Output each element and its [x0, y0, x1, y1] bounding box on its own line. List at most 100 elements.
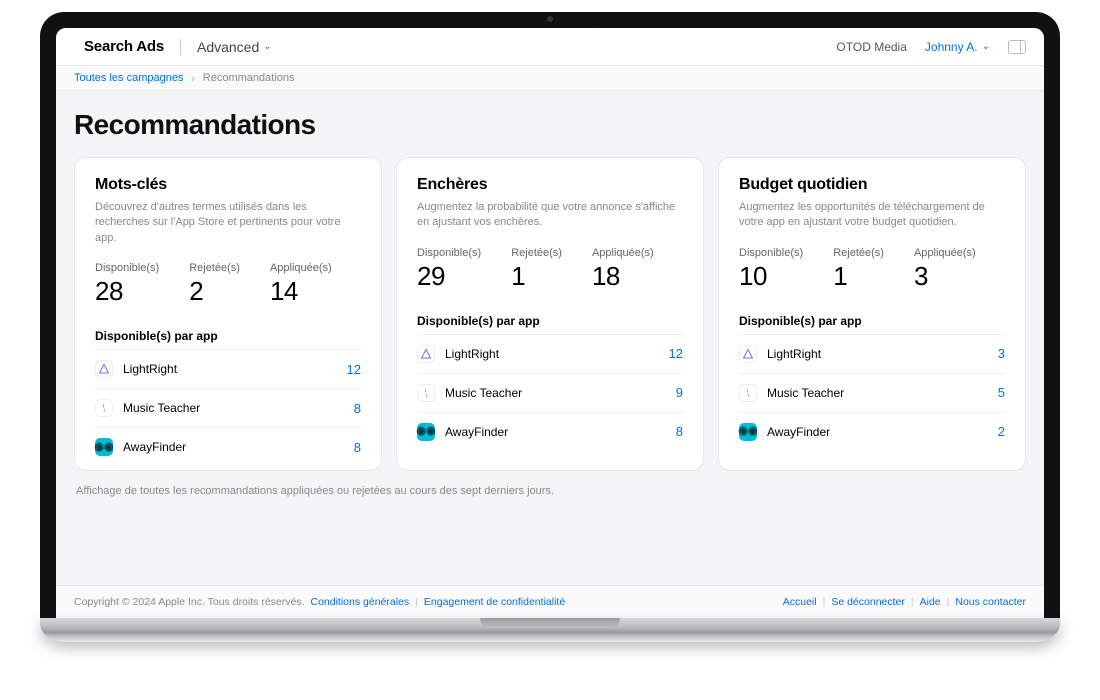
app-name: Music Teacher: [445, 386, 522, 400]
app-count: 5: [998, 385, 1005, 400]
app-row[interactable]: ◉◉ AwayFinder 2: [739, 412, 1005, 451]
app-row[interactable]: ◉◉ AwayFinder 8: [417, 412, 683, 451]
stat-value: 14: [270, 276, 332, 307]
stat-value: 29: [417, 261, 481, 292]
stat-label: Disponible(s): [739, 247, 803, 259]
lightright-app-icon: [417, 345, 435, 363]
app-name: AwayFinder: [445, 425, 508, 439]
chevron-down-icon: ⌄: [263, 41, 271, 52]
lightright-app-icon: [95, 360, 113, 378]
app-count: 2: [998, 424, 1005, 439]
stat-label: Rejetée(s): [833, 247, 884, 259]
stat-available: Disponible(s) 10: [739, 247, 803, 292]
mode-switcher[interactable]: Advanced ⌄: [197, 39, 272, 55]
stat-rejected: Rejetée(s) 1: [833, 247, 884, 292]
stat-rejected: Rejetée(s) 1: [511, 247, 562, 292]
stat-value: 18: [592, 261, 654, 292]
per-app-heading: Disponible(s) par app: [739, 314, 1005, 328]
app-count: 12: [347, 362, 361, 377]
card-description: Découvrez d'autres termes utilisés dans …: [95, 200, 361, 246]
breadcrumb-root[interactable]: Toutes les campagnes: [74, 72, 183, 84]
app-screen: Search Ads Advanced ⌄ OTOD Media Johnny …: [56, 28, 1044, 618]
app-count: 8: [354, 440, 361, 455]
app-row[interactable]: LightRight 12: [417, 334, 683, 373]
content-area: Recommandations Mots-clés Découvrez d'au…: [56, 91, 1044, 585]
stat-label: Rejetée(s): [511, 247, 562, 259]
brand-divider: [180, 39, 181, 55]
panel-toggle-icon[interactable]: [1008, 40, 1026, 54]
stat-label: Rejetée(s): [189, 262, 240, 274]
stat-value: 2: [189, 276, 240, 307]
app-name: AwayFinder: [767, 425, 830, 439]
app-name: LightRight: [123, 362, 177, 376]
footer-help-link[interactable]: Aide: [920, 596, 941, 608]
footer-terms-link[interactable]: Conditions générales: [311, 596, 410, 608]
music-teacher-app-icon: [417, 384, 435, 402]
top-bar: Search Ads Advanced ⌄ OTOD Media Johnny …: [56, 28, 1044, 66]
card-stats: Disponible(s) 29 Rejetée(s) 1 Appliquée(…: [417, 247, 683, 292]
card-bids: Enchères Augmentez la probabilité que vo…: [396, 157, 704, 471]
card-keywords: Mots-clés Découvrez d'autres termes util…: [74, 157, 382, 471]
stat-label: Appliquée(s): [270, 262, 332, 274]
page-title: Recommandations: [74, 109, 1026, 141]
stat-value: 1: [511, 261, 562, 292]
stat-available: Disponible(s) 28: [95, 262, 159, 307]
app-count: 8: [354, 401, 361, 416]
camera-notch: [500, 12, 600, 26]
app-name: Music Teacher: [767, 386, 844, 400]
app-name: Music Teacher: [123, 401, 200, 415]
app-name: LightRight: [445, 347, 499, 361]
app-row[interactable]: Music Teacher 5: [739, 373, 1005, 412]
app-row[interactable]: LightRight 12: [95, 349, 361, 388]
app-row[interactable]: Music Teacher 9: [417, 373, 683, 412]
app-count: 8: [676, 424, 683, 439]
music-teacher-app-icon: [739, 384, 757, 402]
product-name: Search Ads: [84, 38, 164, 55]
footer-signout-link[interactable]: Se déconnecter: [831, 596, 905, 608]
breadcrumb-separator-icon: ›: [191, 73, 194, 84]
user-name: Johnny A.: [925, 40, 978, 54]
card-stats: Disponible(s) 28 Rejetée(s) 2 Appliquée(…: [95, 262, 361, 307]
footer-privacy-link[interactable]: Engagement de confidentialité: [424, 596, 565, 608]
page-note: Affichage de toutes les recommandations …: [76, 485, 1024, 497]
app-row[interactable]: LightRight 3: [739, 334, 1005, 373]
user-menu[interactable]: Johnny A. ⌄: [925, 40, 990, 54]
org-name: OTOD Media: [836, 40, 906, 54]
chevron-down-icon: ⌄: [982, 41, 990, 52]
card-title: Mots-clés: [95, 176, 361, 194]
stat-label: Disponible(s): [95, 262, 159, 274]
cards-row: Mots-clés Découvrez d'autres termes util…: [74, 157, 1026, 471]
footer-home-link[interactable]: Accueil: [783, 596, 817, 608]
stat-value: 10: [739, 261, 803, 292]
app-count: 12: [669, 346, 683, 361]
mode-label: Advanced: [197, 39, 259, 55]
footer-contact-link[interactable]: Nous contacter: [955, 596, 1026, 608]
brand-block: Search Ads Advanced ⌄: [74, 38, 272, 55]
awayfinder-app-icon: ◉◉: [739, 423, 757, 441]
stat-label: Appliquée(s): [914, 247, 976, 259]
footer: Copyright © 2024 Apple Inc. Tous droits …: [56, 585, 1044, 618]
card-stats: Disponible(s) 10 Rejetée(s) 1 Appliquée(…: [739, 247, 1005, 292]
card-title: Budget quotidien: [739, 176, 1005, 194]
stat-applied: Appliquée(s) 18: [592, 247, 654, 292]
app-count: 9: [676, 385, 683, 400]
card-description: Augmentez la probabilité que votre annon…: [417, 200, 683, 231]
card-description: Augmentez les opportunités de télécharge…: [739, 200, 1005, 231]
card-title: Enchères: [417, 176, 683, 194]
stat-value: 1: [833, 261, 884, 292]
stat-value: 28: [95, 276, 159, 307]
laptop-base: [40, 618, 1060, 642]
app-count: 3: [998, 346, 1005, 361]
app-row[interactable]: ◉◉ AwayFinder 8: [95, 427, 361, 466]
lightright-app-icon: [739, 345, 757, 363]
top-right-controls: OTOD Media Johnny A. ⌄: [836, 40, 1026, 54]
music-teacher-app-icon: [95, 399, 113, 417]
stat-applied: Appliquée(s) 14: [270, 262, 332, 307]
awayfinder-app-icon: ◉◉: [417, 423, 435, 441]
per-app-heading: Disponible(s) par app: [417, 314, 683, 328]
stat-rejected: Rejetée(s) 2: [189, 262, 240, 307]
screen-bezel: Search Ads Advanced ⌄ OTOD Media Johnny …: [40, 12, 1060, 618]
app-row[interactable]: Music Teacher 8: [95, 388, 361, 427]
stat-applied: Appliquée(s) 3: [914, 247, 976, 292]
stat-available: Disponible(s) 29: [417, 247, 481, 292]
